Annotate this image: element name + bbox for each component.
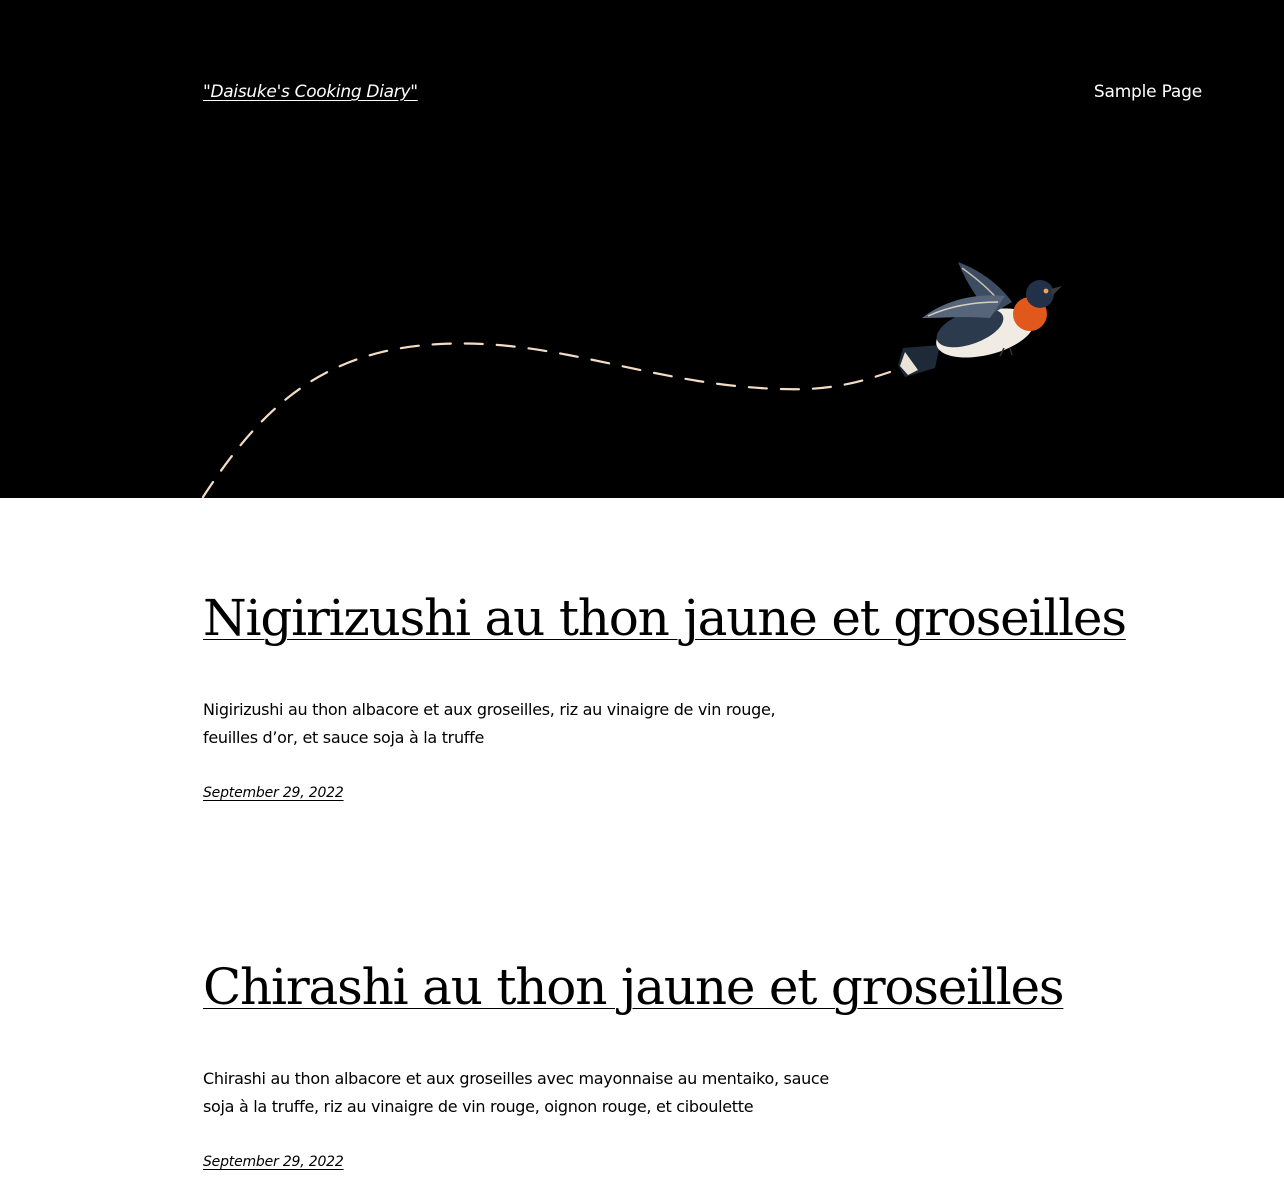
post-title-link[interactable]: Nigirizushi au thon jaune et groseilles: [203, 588, 1127, 648]
post-excerpt: Nigirizushi au thon albacore et aux gros…: [203, 696, 1083, 752]
site-title-link[interactable]: "Daisuke's Cooking Diary": [203, 82, 418, 102]
post-item: Nigirizushi au thon jaune et groseilles …: [203, 588, 1127, 801]
post-date-link[interactable]: September 29, 2022: [203, 785, 344, 801]
post-excerpt-line: Chirashi au thon albacore et aux groseil…: [203, 1069, 829, 1088]
post-item: Chirashi au thon jaune et groseilles Chi…: [203, 957, 1083, 1170]
post-excerpt-line: feuilles d’or, et sauce soja à la truffe: [203, 728, 485, 747]
post-excerpt-line: soja à la truffe, riz au vinaigre de vin…: [203, 1097, 754, 1116]
hero-illustration: [201, 262, 1062, 498]
post-date-link[interactable]: September 29, 2022: [203, 1154, 344, 1170]
nav-sample-page[interactable]: Sample Page: [1094, 82, 1202, 102]
post-excerpt-line: Nigirizushi au thon albacore et aux gros…: [203, 700, 776, 719]
post-title-link[interactable]: Chirashi au thon jaune et groseilles: [203, 957, 1083, 1017]
post-excerpt: Chirashi au thon albacore et aux groseil…: [203, 1065, 1083, 1121]
dashed-flight-path: [201, 342, 892, 498]
flying-bird-icon: [898, 262, 1062, 377]
site-header: "Daisuke's Cooking Diary" Sample Page: [0, 0, 1284, 498]
